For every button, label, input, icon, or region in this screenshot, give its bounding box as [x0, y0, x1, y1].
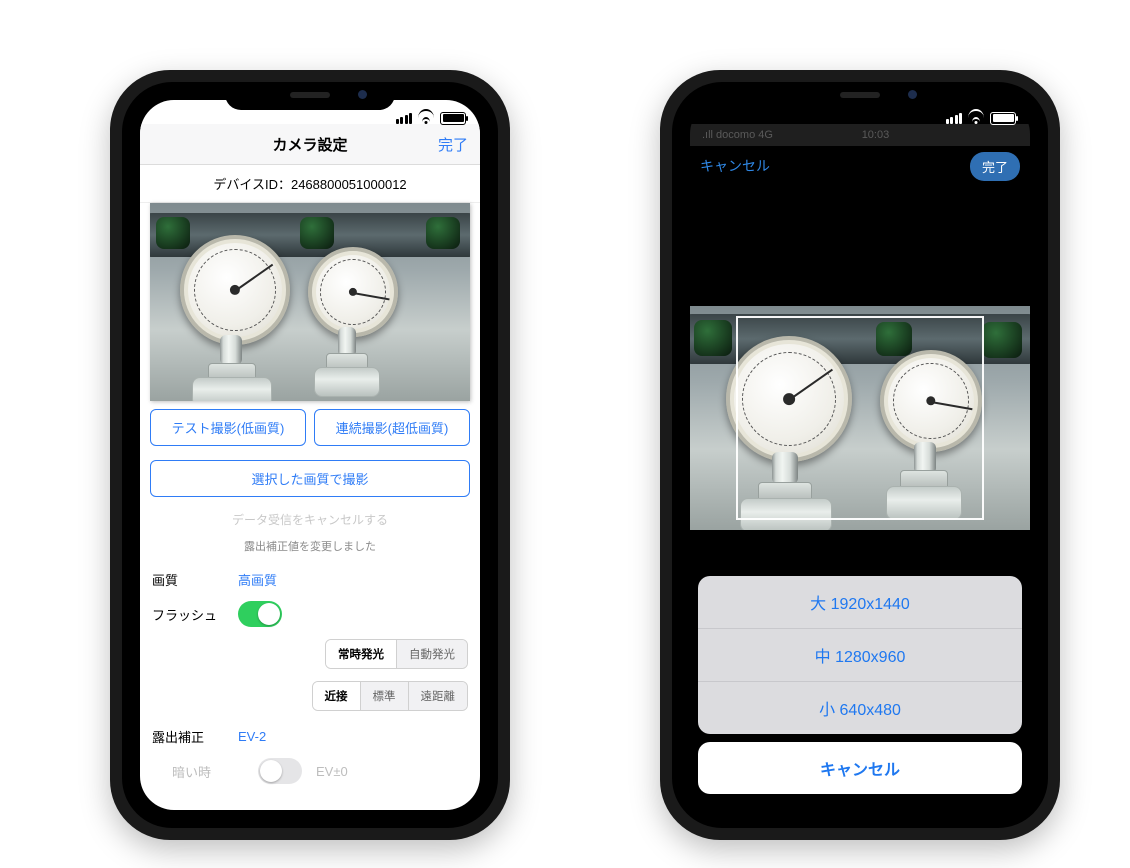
flash-mode-segment[interactable]: 常時発光 自動発光 [325, 639, 468, 669]
focus-near[interactable]: 近接 [313, 682, 360, 710]
device-id-row: デバイスID：2468800051000012 [140, 165, 480, 203]
focus-segment[interactable]: 近接 標準 遠距離 [312, 681, 469, 711]
exposure-label: 露出補正 [152, 727, 238, 746]
size-option-small[interactable]: 小 640x480 [698, 682, 1022, 734]
burst-shot-button[interactable]: 連続撮影(超低画質) [314, 409, 470, 446]
preview-image[interactable] [690, 306, 1030, 530]
done-button[interactable]: 完了 [970, 152, 1020, 181]
dim-time: 10:03 [862, 129, 890, 141]
signal-icon [946, 113, 963, 124]
shoot-selected-button[interactable]: 選択した画質で撮影 [150, 460, 470, 497]
gauge-small [308, 247, 398, 337]
signal-icon [396, 113, 413, 124]
test-shot-button[interactable]: テスト撮影(低画質) [150, 409, 306, 446]
dark-label: 暗い時 [152, 762, 258, 781]
status-bar [396, 106, 467, 130]
preview-image [150, 203, 470, 401]
battery-icon [440, 112, 466, 125]
dim-carrier: .ıll docomo 4G [702, 129, 773, 141]
nav-bar: カメラ設定 完了 [140, 124, 480, 165]
notch [225, 82, 395, 110]
flash-toggle[interactable] [238, 601, 282, 627]
done-button[interactable]: 完了 [438, 134, 468, 155]
size-option-large[interactable]: 大 1920x1440 [698, 576, 1022, 629]
focus-far[interactable]: 遠距離 [408, 682, 468, 710]
notch [775, 82, 945, 110]
phone-left: カメラ設定 完了 デバイスID：2468800051000012 [110, 70, 510, 840]
device-id-label: デバイスID： [213, 177, 291, 192]
dark-toggle[interactable] [258, 758, 302, 784]
exposure-changed-text: 露出補正値を変更しました [140, 538, 480, 554]
gauge-large [180, 235, 290, 345]
flash-mode-auto[interactable]: 自動発光 [396, 640, 467, 668]
cancel-receive-text: データ受信をキャンセルする [140, 511, 480, 528]
action-sheet: 大 1920x1440 中 1280x960 小 640x480 キャンセル [698, 576, 1022, 794]
flash-mode-always[interactable]: 常時発光 [326, 640, 396, 668]
battery-icon [990, 112, 1016, 125]
quality-value[interactable]: 高画質 [238, 570, 277, 589]
crop-rectangle[interactable] [736, 316, 984, 520]
focus-standard[interactable]: 標準 [360, 682, 408, 710]
device-id-value: 2468800051000012 [291, 177, 407, 192]
dark-value: EV±0 [316, 764, 348, 779]
nav-bar: キャンセル 完了 [690, 146, 1030, 186]
page-title: カメラ設定 [272, 134, 347, 155]
sheet-cancel-button[interactable]: キャンセル [698, 742, 1022, 794]
wifi-icon [968, 112, 984, 124]
status-bar [946, 106, 1017, 130]
quality-label: 画質 [152, 570, 238, 589]
exposure-value[interactable]: EV-2 [238, 729, 266, 744]
cancel-button[interactable]: キャンセル [700, 156, 770, 176]
phone-right: .ıll docomo 4G 10:03 キャンセル 完了 [660, 70, 1060, 840]
flash-label: フラッシュ [152, 605, 238, 624]
wifi-icon [418, 112, 434, 124]
size-option-medium[interactable]: 中 1280x960 [698, 629, 1022, 682]
